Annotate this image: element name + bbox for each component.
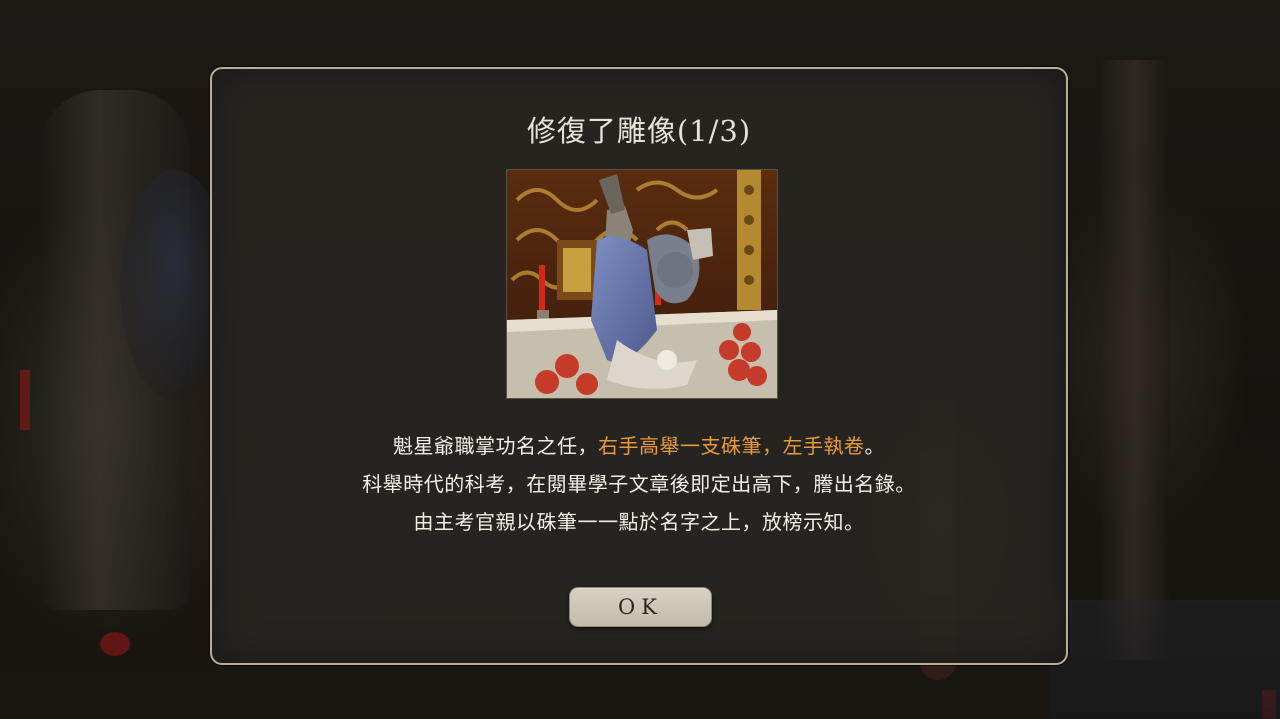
description-text: 。 bbox=[864, 434, 885, 458]
statue-illustration bbox=[506, 169, 778, 399]
background-red-post bbox=[20, 370, 30, 430]
description-line-1: 魁星爺職掌功名之任，右手高舉一支硃筆，左手執卷。 bbox=[212, 427, 1066, 465]
background-offering bbox=[100, 632, 130, 656]
background-floor bbox=[1050, 600, 1280, 719]
statue-image bbox=[507, 170, 777, 398]
ok-button[interactable]: OK bbox=[569, 587, 712, 627]
dialog-description: 魁星爺職掌功名之任，右手高舉一支硃筆，左手執卷。 科舉時代的科考，在閱畢學子文章… bbox=[212, 427, 1066, 541]
dialog-title: 修復了雕像(1/3) bbox=[526, 114, 752, 148]
description-line-3: 由主考官親以硃筆一一點於名字之上，放榜示知。 bbox=[413, 510, 865, 534]
highlighted-text: 右手高舉一支硃筆，左手執卷 bbox=[598, 434, 865, 458]
description-line-2: 科舉時代的科考，在閱畢學子文章後即定出高下，謄出名錄。 bbox=[362, 472, 916, 496]
restoration-dialog: 修復了雕像(1/3) 魁星爺職掌功名之任，右手高舉一支硃筆，左手執卷。 科舉時代… bbox=[210, 67, 1068, 665]
description-text: 魁星爺職掌功名之任， bbox=[393, 434, 598, 458]
background-pillar bbox=[1100, 60, 1170, 660]
